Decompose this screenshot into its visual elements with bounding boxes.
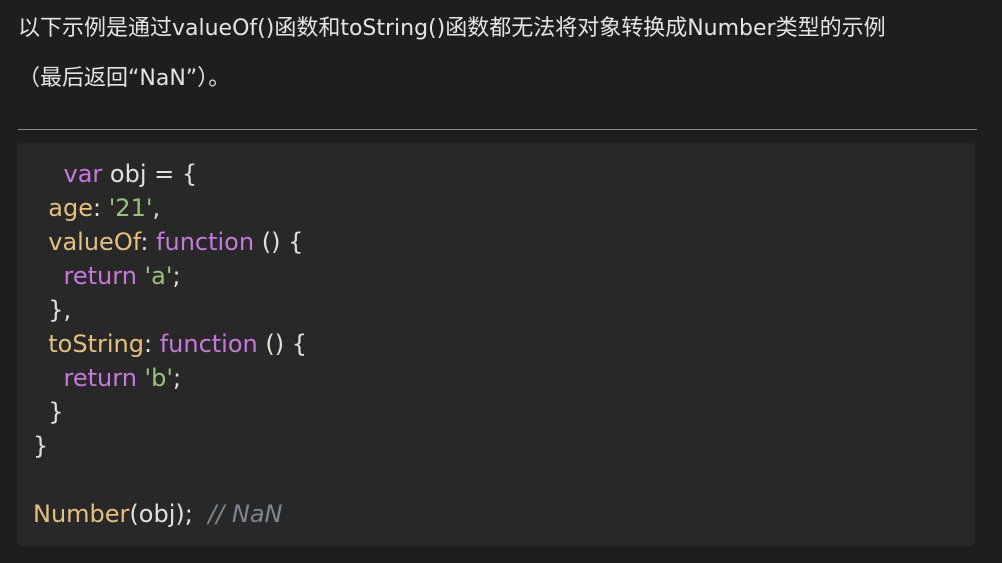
- code-line-5: },: [33, 293, 307, 327]
- code-content: var obj = { age: '21', valueOf: function…: [33, 157, 307, 531]
- keyword-function: function: [156, 228, 255, 256]
- property-toString: toString: [48, 330, 144, 358]
- code-colon: :: [92, 194, 109, 222]
- code-line-11: Number(obj); // NaN: [33, 497, 307, 531]
- code-line-2: age: '21',: [33, 191, 307, 225]
- code-line-4: return 'a';: [33, 259, 307, 293]
- intro-line-2: （最后返回“NaN”）。: [18, 66, 231, 91]
- code-line-3: valueOf: function () {: [33, 225, 307, 259]
- code-text: }: [33, 432, 49, 460]
- code-text: (obj);: [129, 500, 209, 528]
- string-literal: 'a': [144, 262, 173, 290]
- code-line-7: return 'b';: [33, 361, 307, 395]
- code-colon: :: [140, 228, 157, 256]
- code-text: () {: [257, 330, 308, 358]
- code-punctuation: ,: [152, 194, 161, 222]
- code-line-6: toString: function () {: [33, 327, 307, 361]
- keyword-function: function: [159, 330, 258, 358]
- code-text: }: [48, 398, 64, 426]
- string-literal: '21': [108, 194, 153, 222]
- horizontal-divider: [18, 129, 977, 130]
- code-comment: // NaN: [208, 500, 283, 528]
- keyword-return: return: [63, 364, 137, 392]
- code-colon: :: [143, 330, 160, 358]
- page: 以下示例是通过valueOf()函数和toString()函数都无法将对象转换成…: [0, 0, 1002, 563]
- keyword-return: return: [63, 262, 137, 290]
- code-text: },: [48, 296, 72, 324]
- code-line-1: var obj = {: [33, 157, 307, 191]
- code-punctuation: ;: [172, 262, 181, 290]
- function-number: Number: [33, 500, 130, 528]
- intro-paragraph: 以下示例是通过valueOf()函数和toString()函数都无法将对象转换成…: [18, 10, 988, 98]
- property-age: age: [48, 194, 93, 222]
- keyword-var: var: [63, 160, 103, 188]
- code-text: obj = {: [102, 160, 198, 188]
- code-block[interactable]: var obj = { age: '21', valueOf: function…: [17, 143, 975, 546]
- intro-line-1: 以下示例是通过valueOf()函数和toString()函数都无法将对象转换成…: [18, 16, 886, 41]
- property-valueOf: valueOf: [48, 228, 141, 256]
- code-text: () {: [254, 228, 304, 256]
- code-punctuation: ;: [172, 364, 182, 392]
- string-literal: 'b': [144, 364, 173, 392]
- code-line-9: }: [33, 429, 307, 463]
- code-line-8: }: [33, 395, 307, 429]
